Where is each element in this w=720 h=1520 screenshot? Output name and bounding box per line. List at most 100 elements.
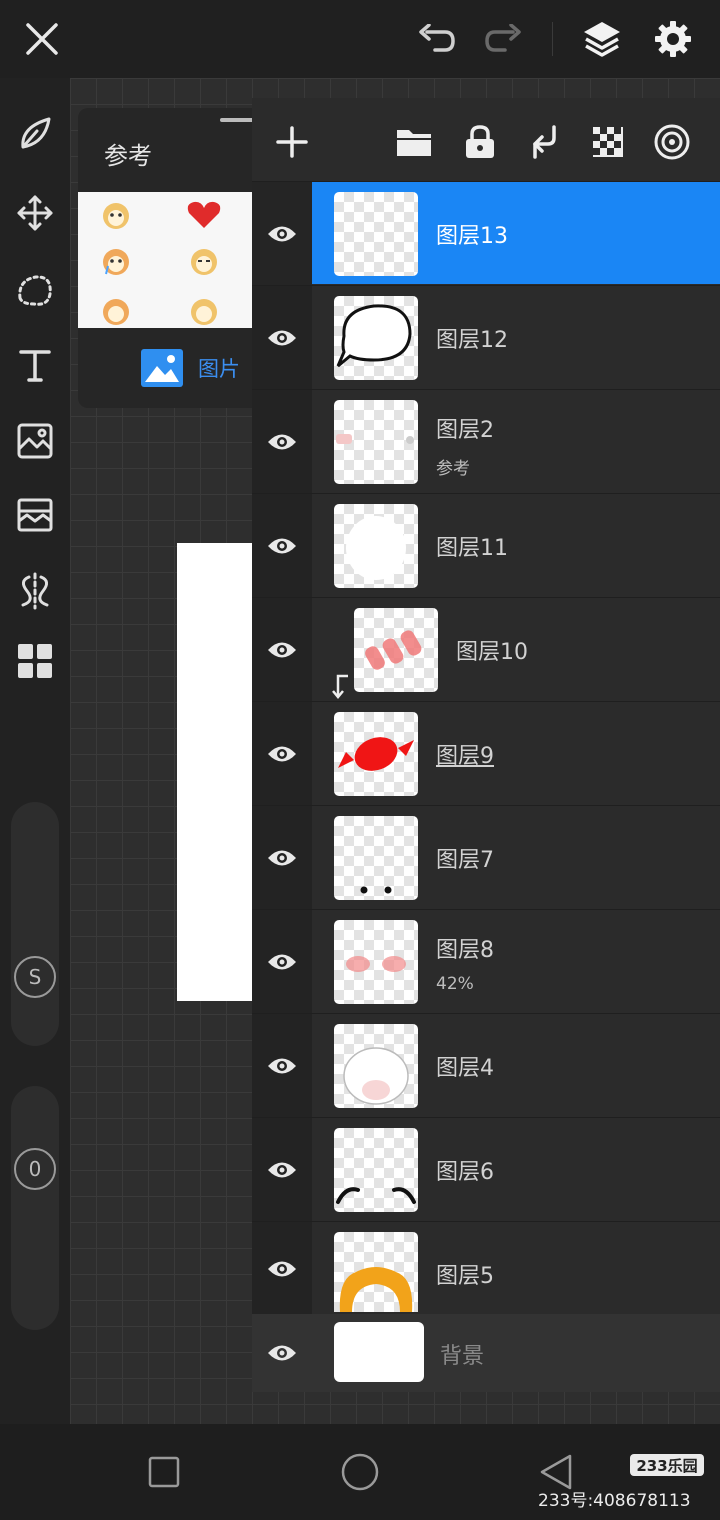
- eye-icon: [268, 1345, 296, 1361]
- layer-name: 图层12: [436, 328, 508, 353]
- blend-mode-icon[interactable]: [650, 120, 694, 164]
- system-nav-bar: 233乐园 233号:408678113: [0, 1424, 720, 1520]
- layer-thumbnail: [354, 608, 438, 692]
- home-button-icon[interactable]: [340, 1452, 380, 1492]
- layer-name: 图层11: [436, 536, 508, 561]
- left-toolbar: S 0: [0, 78, 70, 1424]
- reference-image-button[interactable]: 图片: [140, 348, 240, 388]
- grid-menu-icon[interactable]: [10, 636, 60, 686]
- face-art: [343, 1047, 409, 1105]
- import-image-icon[interactable]: [10, 416, 60, 466]
- undo-icon[interactable]: [412, 14, 462, 64]
- layer-thumbnail: [334, 400, 418, 484]
- brush-icon[interactable]: [10, 108, 60, 158]
- eye-icon: [268, 1261, 296, 1276]
- visibility-toggle[interactable]: [252, 806, 312, 909]
- layer-row[interactable]: 图层5: [252, 1221, 720, 1315]
- redo-icon[interactable]: [478, 14, 528, 64]
- hair-art: [339, 1267, 413, 1312]
- clipping-mask-icon: [332, 674, 348, 699]
- panel-drag-handle[interactable]: [220, 118, 254, 122]
- move-icon[interactable]: [10, 188, 60, 238]
- eye-icon: [268, 642, 296, 657]
- layer-row[interactable]: 图层7: [252, 805, 720, 909]
- layer-thumbnail: [334, 816, 418, 900]
- opacity-slider[interactable]: [11, 1086, 59, 1330]
- lock-icon[interactable]: [458, 120, 502, 164]
- layer-row[interactable]: 图层9: [252, 701, 720, 805]
- sticker-dog-crying-icon: [103, 249, 129, 275]
- layer-row[interactable]: 图层4: [252, 1013, 720, 1117]
- speech-bubble-icon: [336, 304, 412, 368]
- watermark-id: 233号:408678113: [538, 1491, 691, 1511]
- eye-icon: [268, 1162, 296, 1177]
- sticker-heart-icon: [187, 201, 221, 228]
- sticker-dog-icon: [103, 203, 129, 229]
- eye-icon: [268, 434, 296, 449]
- layer-art: [346, 516, 406, 580]
- layer-row[interactable]: 图层12: [252, 285, 720, 389]
- merge-down-icon[interactable]: [522, 120, 566, 164]
- settings-icon[interactable]: [648, 14, 698, 64]
- eye-icon: [268, 538, 296, 553]
- visibility-toggle[interactable]: [252, 1222, 312, 1315]
- background-layer-row[interactable]: 背景: [252, 1314, 720, 1392]
- reference-image[interactable]: [78, 192, 254, 328]
- canvas-paper[interactable]: [177, 543, 257, 1001]
- layer-art: [336, 434, 414, 444]
- layer-name: 图层4: [436, 1056, 494, 1081]
- top-bar: [0, 0, 720, 78]
- layer-row[interactable]: 图层8 42%: [252, 909, 720, 1013]
- eyebrows-art: [336, 1187, 416, 1204]
- recents-button-icon[interactable]: [148, 1456, 180, 1488]
- text-tool-icon[interactable]: [10, 340, 60, 390]
- layer-thumbnail: [334, 920, 418, 1004]
- layer-thumbnail: [334, 192, 418, 276]
- visibility-toggle[interactable]: [252, 910, 312, 1013]
- blush-art: [346, 956, 406, 972]
- layer-thumbnail: [334, 1232, 418, 1312]
- layer-row[interactable]: 图层6: [252, 1117, 720, 1221]
- visibility-toggle[interactable]: [252, 390, 312, 493]
- layer-name: 图层7: [436, 848, 494, 873]
- layer-row[interactable]: 图层2 参考: [252, 389, 720, 493]
- lasso-select-icon[interactable]: [10, 266, 60, 316]
- visibility-toggle[interactable]: [252, 494, 312, 597]
- layer-row[interactable]: 图层11: [252, 493, 720, 597]
- layer-thumbnail: [334, 1024, 418, 1108]
- add-layer-icon[interactable]: [270, 120, 314, 164]
- image-icon: [141, 349, 183, 387]
- layer-name: 图层8: [436, 938, 494, 963]
- layer-thumbnail: [334, 504, 418, 588]
- transparency-icon[interactable]: [586, 120, 630, 164]
- eye-icon: [268, 226, 296, 241]
- close-icon[interactable]: [17, 14, 67, 64]
- layers-icon[interactable]: [577, 14, 627, 64]
- visibility-toggle[interactable]: [252, 182, 312, 285]
- filter-icon[interactable]: [10, 490, 60, 540]
- visibility-toggle[interactable]: [252, 1014, 312, 1117]
- symmetry-icon[interactable]: [10, 566, 60, 616]
- image-button-label: 图片: [198, 357, 240, 381]
- visibility-toggle[interactable]: [252, 286, 312, 389]
- opacity-knob[interactable]: 0: [14, 1148, 56, 1190]
- visibility-toggle[interactable]: [252, 1314, 312, 1392]
- visibility-toggle[interactable]: [252, 598, 312, 701]
- brush-size-knob[interactable]: S: [14, 956, 56, 998]
- toolbar-divider: [552, 22, 553, 56]
- layer-name: 图层9: [436, 744, 494, 769]
- folder-icon[interactable]: [392, 120, 436, 164]
- layer-row[interactable]: 图层10: [252, 597, 720, 701]
- visibility-toggle[interactable]: [252, 702, 312, 805]
- sticker-dog-angry-icon: [191, 299, 217, 325]
- eye-icon: [268, 330, 296, 345]
- eye-icon: [268, 850, 296, 865]
- eye-icon: [268, 954, 296, 969]
- brush-size-slider[interactable]: [11, 802, 59, 1046]
- visibility-toggle[interactable]: [252, 1118, 312, 1221]
- watermark-logo: 233乐园: [630, 1454, 704, 1476]
- sticker-dog-sigh-icon: [191, 249, 217, 275]
- back-button-icon[interactable]: [538, 1454, 574, 1490]
- eye-icon: [268, 746, 296, 761]
- layer-row[interactable]: 图层13: [252, 181, 720, 285]
